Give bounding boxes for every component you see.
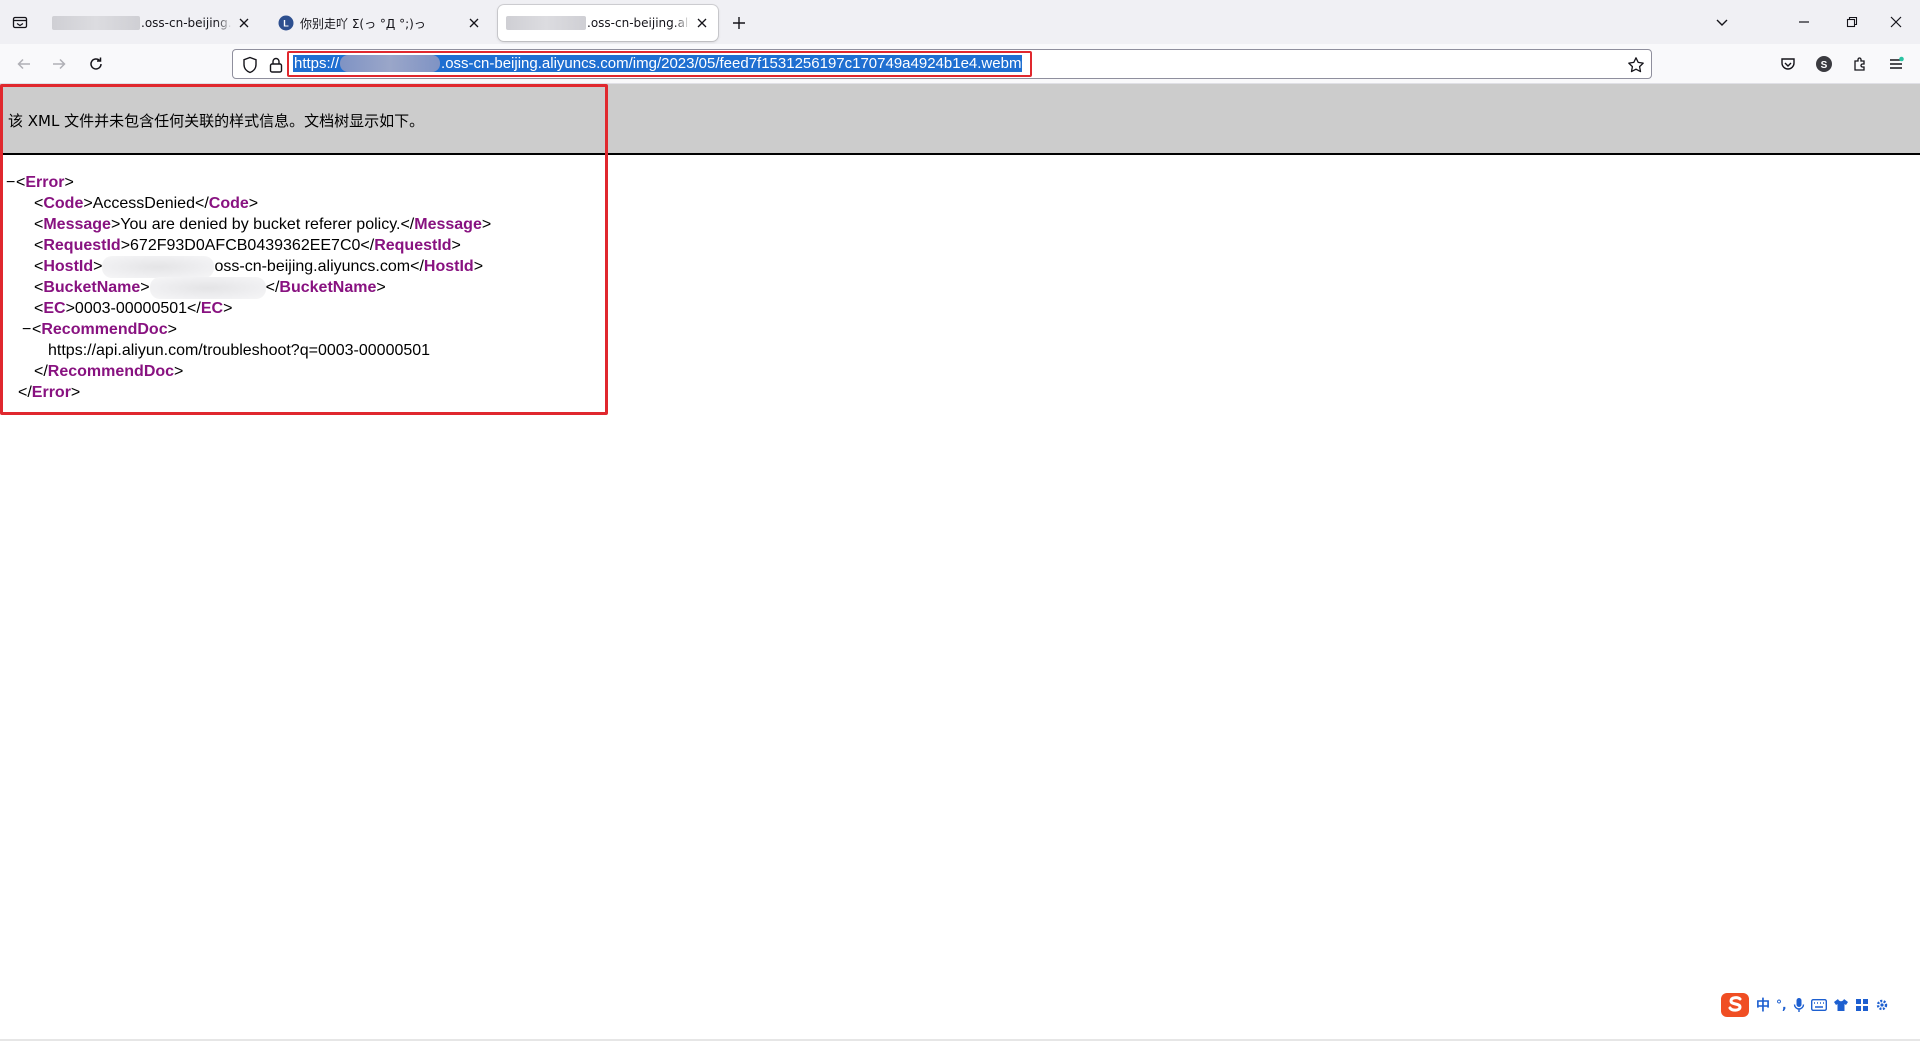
- plus-icon[interactable]: [728, 12, 750, 34]
- tab-oss-active[interactable]: .oss-cn-beijing.ali: [498, 5, 718, 41]
- redacted-text: [340, 55, 441, 72]
- forward-arrow-icon[interactable]: [47, 52, 71, 76]
- skin-icon[interactable]: [1833, 996, 1849, 1014]
- tab-title: .oss-cn-beijing.ali: [506, 15, 690, 31]
- ime-toolbar: 中 °,: [1716, 990, 1920, 1020]
- url-bar[interactable]: https://.oss-cn-beijing.aliyuncs.com/img…: [232, 49, 1652, 79]
- tab-blog[interactable]: L 你别走吖 Σ(っ °Д °;)っ: [270, 5, 490, 41]
- close-icon[interactable]: [466, 15, 482, 31]
- pocket-icon[interactable]: [1778, 54, 1798, 74]
- tab-strip: .oss-cn-beijing.ali L 你别走吖 Σ(っ °Д °;)っ .…: [0, 0, 1920, 44]
- extensions-icon[interactable]: [1850, 54, 1870, 74]
- close-icon[interactable]: [236, 15, 252, 31]
- tab-title: .oss-cn-beijing.ali: [52, 15, 232, 31]
- settings-icon[interactable]: [1875, 996, 1889, 1014]
- star-icon[interactable]: [1627, 56, 1645, 74]
- redacted-text: [506, 16, 586, 31]
- mic-icon[interactable]: [1793, 996, 1805, 1014]
- ime-punct-label[interactable]: °,: [1776, 996, 1787, 1014]
- blog-favicon-icon: L: [278, 15, 294, 31]
- sogou-logo-icon[interactable]: [1720, 991, 1750, 1019]
- navigation-toolbar: https://.oss-cn-beijing.aliyuncs.com/img…: [0, 44, 1920, 84]
- ime-mode-label[interactable]: 中: [1756, 996, 1770, 1014]
- keyboard-icon[interactable]: [1810, 996, 1827, 1014]
- lock-icon[interactable]: [267, 56, 285, 74]
- menu-icon[interactable]: [1886, 54, 1906, 74]
- close-icon[interactable]: [694, 15, 710, 31]
- back-arrow-icon[interactable]: [12, 52, 36, 76]
- tab-oss-1[interactable]: .oss-cn-beijing.ali: [44, 5, 260, 41]
- chevron-down-icon[interactable]: [1708, 8, 1736, 36]
- svg-text:S: S: [1821, 60, 1828, 71]
- shield-icon[interactable]: [241, 56, 259, 74]
- tab-list-icon[interactable]: [8, 10, 32, 34]
- tab-title: 你别走吖 Σ(っ °Д °;)っ: [300, 16, 426, 31]
- restore-icon[interactable]: [1838, 8, 1866, 36]
- minimize-icon[interactable]: [1790, 8, 1818, 36]
- grid-icon[interactable]: [1855, 996, 1869, 1014]
- reload-icon[interactable]: [84, 52, 108, 76]
- content-annotation-box: [0, 84, 608, 415]
- redacted-text: [52, 16, 140, 31]
- close-icon[interactable]: [1882, 8, 1910, 36]
- svg-text:L: L: [283, 19, 289, 29]
- url-text[interactable]: https://.oss-cn-beijing.aliyuncs.com/img…: [293, 55, 1023, 72]
- account-icon[interactable]: S: [1814, 54, 1834, 74]
